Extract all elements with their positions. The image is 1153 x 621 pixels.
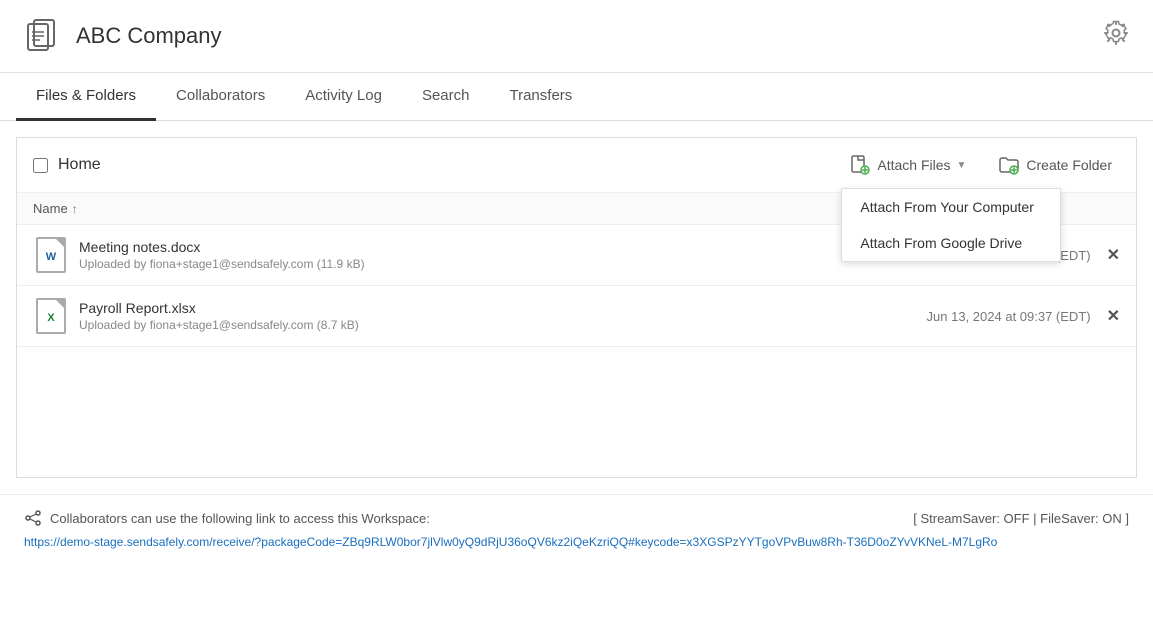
file-meta-1: Uploaded by fiona+stage1@sendsafely.com …	[79, 257, 927, 271]
create-folder-button[interactable]: Create Folder	[990, 150, 1120, 180]
footer: Collaborators can use the following link…	[0, 494, 1153, 563]
excel-file-icon: X	[36, 298, 66, 334]
home-label: Home	[58, 156, 101, 174]
logo-icon	[24, 16, 64, 56]
share-icon	[24, 509, 42, 527]
files-toolbar: Home Attach Files ▼	[17, 138, 1136, 193]
file-delete-1[interactable]: ✕	[1107, 245, 1120, 265]
settings-button[interactable]	[1103, 20, 1129, 52]
file-meta-2: Uploaded by fiona+stage1@sendsafely.com …	[79, 318, 927, 332]
toolbar-right: Attach Files ▼ Attach From Your Computer…	[841, 150, 1120, 180]
file-date-2: Jun 13, 2024 at 09:37 (EDT)	[927, 309, 1091, 324]
file-row: X Payroll Report.xlsx Uploaded by fiona+…	[17, 286, 1136, 347]
tab-collaborators[interactable]: Collaborators	[156, 73, 285, 121]
app-container: ABC Company Files & Folders Collaborator…	[0, 0, 1153, 621]
tab-transfers[interactable]: Transfers	[489, 73, 592, 121]
empty-drop-area	[17, 347, 1136, 477]
sort-arrow: ↑	[72, 202, 78, 216]
attach-from-drive-item[interactable]: Attach From Google Drive	[842, 225, 1060, 261]
workspace-url-link[interactable]: https://demo-stage.sendsafely.com/receiv…	[24, 535, 997, 549]
home-checkbox[interactable]	[33, 158, 48, 173]
tab-search[interactable]: Search	[402, 73, 490, 121]
file-info-2: Payroll Report.xlsx Uploaded by fiona+st…	[79, 300, 927, 332]
attach-dropdown-arrow: ▼	[957, 160, 967, 171]
file-name-2[interactable]: Payroll Report.xlsx	[79, 300, 927, 316]
attach-from-computer-item[interactable]: Attach From Your Computer	[842, 189, 1060, 225]
tabs-bar: Files & Folders Collaborators Activity L…	[0, 73, 1153, 121]
footer-top: Collaborators can use the following link…	[24, 509, 1129, 527]
company-name: ABC Company	[76, 23, 222, 49]
file-name-1[interactable]: Meeting notes.docx	[79, 239, 927, 255]
file-icon-word: W	[33, 235, 69, 275]
attach-files-icon	[849, 154, 871, 176]
stream-saver-label: [ StreamSaver: OFF | FileSaver: ON ]	[913, 511, 1129, 526]
file-type-letter-excel: X	[47, 312, 54, 324]
file-type-letter-word: W	[46, 251, 56, 263]
file-delete-2[interactable]: ✕	[1107, 306, 1120, 326]
attach-dropdown-menu: Attach From Your Computer Attach From Go…	[841, 188, 1061, 262]
header: ABC Company	[0, 0, 1153, 73]
collab-text: Collaborators can use the following link…	[50, 511, 430, 526]
tab-files-folders[interactable]: Files & Folders	[16, 73, 156, 121]
tab-activity-log[interactable]: Activity Log	[285, 73, 402, 121]
word-file-icon: W	[36, 237, 66, 273]
main-content: Home Attach Files ▼	[16, 137, 1137, 478]
collab-info: Collaborators can use the following link…	[24, 509, 430, 527]
col-name-label: Name	[33, 201, 68, 216]
file-info-1: Meeting notes.docx Uploaded by fiona+sta…	[79, 239, 927, 271]
file-icon-excel: X	[33, 296, 69, 336]
gear-icon	[1103, 20, 1129, 46]
create-folder-label: Create Folder	[1026, 157, 1112, 173]
attach-files-button[interactable]: Attach Files ▼	[841, 150, 974, 180]
toolbar-left: Home	[33, 156, 101, 174]
create-folder-icon	[998, 154, 1020, 176]
stream-saver-status: [ StreamSaver: OFF | FileSaver: ON ]	[913, 511, 1129, 526]
attach-files-label: Attach Files	[877, 157, 950, 173]
header-left: ABC Company	[24, 16, 222, 56]
